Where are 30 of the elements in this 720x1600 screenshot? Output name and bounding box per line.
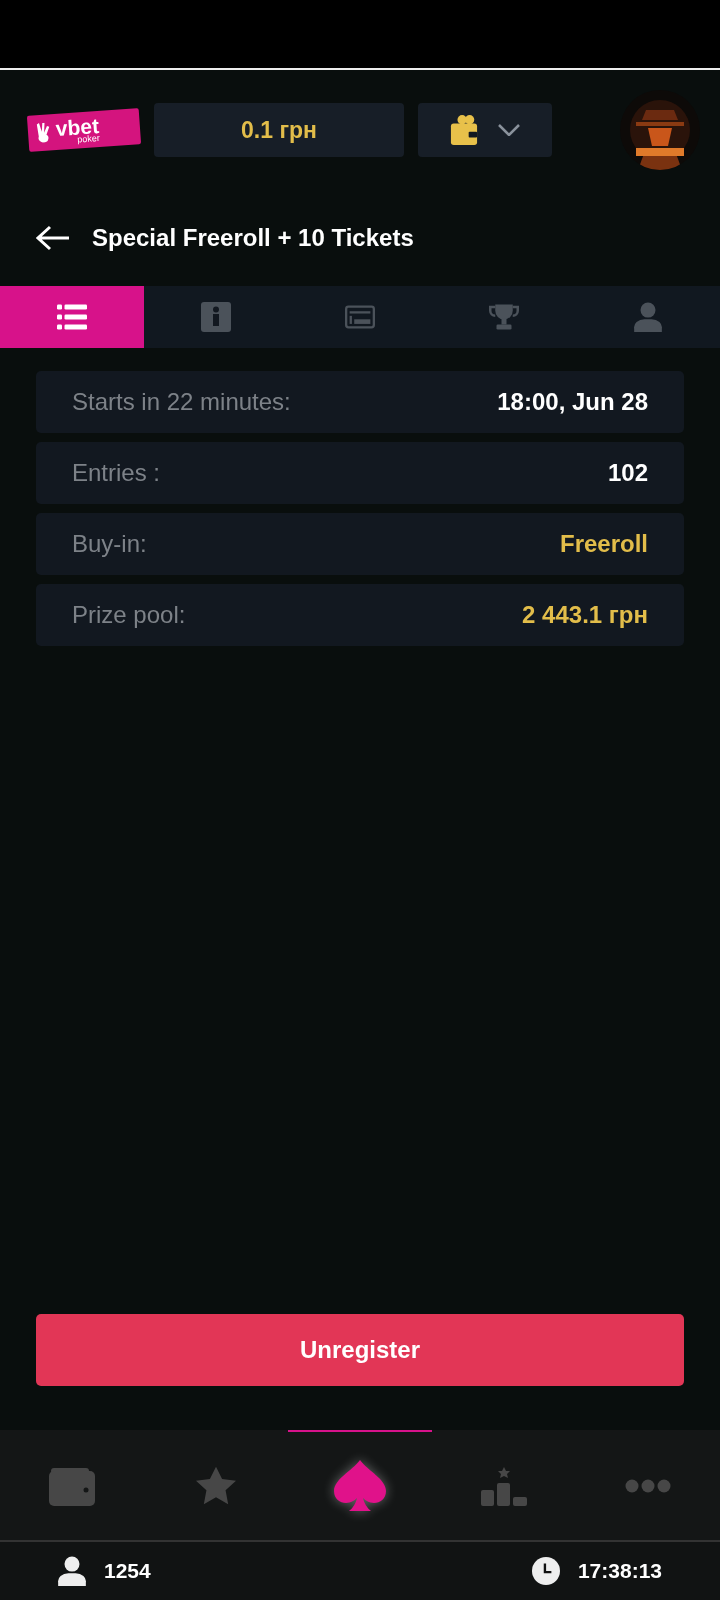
info-value: Freeroll xyxy=(559,530,648,558)
clock-time: 17:38:13 xyxy=(577,1559,662,1583)
info-icon xyxy=(201,302,231,332)
spade-icon xyxy=(332,1459,388,1513)
unregister-button[interactable]: Unregister xyxy=(36,1314,684,1386)
info-label: Buy-in: xyxy=(72,530,147,558)
tab[interactable] xyxy=(0,286,144,348)
info-value: 18:00, Jun 28 xyxy=(497,388,648,416)
wallet-icon xyxy=(450,114,478,146)
info-label: Entries : xyxy=(72,459,161,487)
back-arrow-icon[interactable] xyxy=(36,225,70,251)
chevron-down-icon xyxy=(498,124,520,136)
wallet-dropdown[interactable] xyxy=(418,103,552,157)
online-count: 1254 xyxy=(104,1559,151,1583)
page-title: Special Freeroll + 10 Tickets xyxy=(92,224,414,252)
list-icon xyxy=(57,302,87,332)
info-label: Prize pool: xyxy=(72,601,186,629)
clock-icon xyxy=(531,1556,560,1586)
more-icon xyxy=(625,1479,671,1493)
info-value: 102 xyxy=(607,459,648,487)
wallet-icon xyxy=(49,1466,95,1506)
logo[interactable]: vbet poker xyxy=(26,108,142,152)
info-value: 2 443.1 грн xyxy=(522,601,648,629)
trophy-icon xyxy=(489,302,519,332)
person-icon xyxy=(633,302,663,332)
podium-icon xyxy=(481,1466,527,1506)
person-icon xyxy=(58,1556,86,1586)
info-label: Starts in 22 minutes: xyxy=(72,388,291,416)
card-icon xyxy=(345,302,375,332)
balance-display[interactable]: 0.1 грн xyxy=(154,103,404,157)
